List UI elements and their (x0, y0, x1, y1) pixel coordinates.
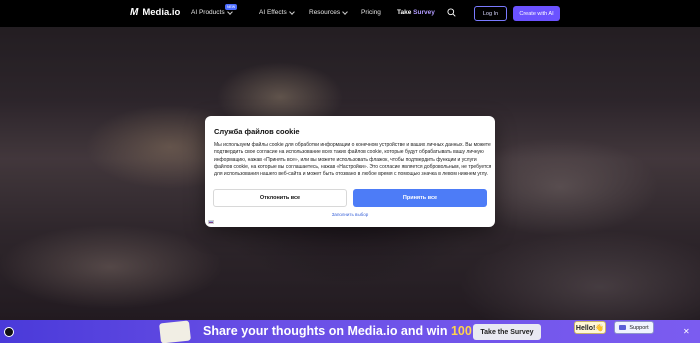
cookie-settings-link[interactable]: Заполнить выбор (205, 212, 495, 217)
russian-flag-icon[interactable] (208, 220, 214, 224)
chat-icon (619, 325, 627, 330)
reject-all-button[interactable]: Отклонить все (213, 189, 347, 207)
nav-take-survey[interactable]: Take Survey (397, 9, 435, 16)
nav-pricing-label: Pricing (361, 9, 381, 16)
nav-ai-products[interactable]: AI Products (191, 8, 233, 16)
cookie-title: Служба файлов cookie (214, 127, 300, 136)
chevron-down-icon (288, 8, 295, 15)
nav-ai-effects[interactable]: AI Effects (259, 8, 295, 16)
nav-pricing[interactable]: Pricing (361, 9, 381, 16)
support-chip[interactable]: Support (614, 321, 654, 334)
cookie-buttons: Отклонить все Принять все (213, 189, 487, 207)
create-with-ai-button[interactable]: Create with AI (513, 6, 560, 21)
nav-resources[interactable]: Resources (309, 8, 348, 16)
login-button[interactable]: Log In (474, 6, 507, 21)
logo-mark-icon: M (130, 7, 139, 18)
support-label: Support (629, 324, 649, 331)
page: A n Vi ere M Media.io AI Products NEW AI… (0, 0, 700, 343)
new-badge: NEW (225, 4, 238, 10)
accept-all-button[interactable]: Принять все (353, 189, 487, 207)
hello-chip[interactable]: Hello!👋 (574, 321, 606, 334)
chevron-down-icon (342, 8, 348, 15)
nav-ai-products-label: AI Products (191, 9, 225, 16)
close-icon[interactable]: ✕ (683, 327, 690, 336)
nav-ai-effects-label: AI Effects (259, 9, 287, 16)
logo-text: Media.io (142, 7, 181, 18)
search-icon[interactable] (447, 8, 456, 17)
take-survey-button[interactable]: Take the Survey (473, 324, 541, 340)
logo[interactable]: M Media.io (130, 7, 180, 18)
survey-prefix: Take (397, 9, 414, 16)
nav-resources-label: Resources (309, 9, 341, 16)
cookie-dialog: Служба файлов cookie Мы используем файлы… (205, 116, 495, 227)
banner-text-prefix: Share your thoughts on Media.io and win (203, 324, 451, 338)
cookie-settings-icon[interactable] (4, 327, 14, 337)
top-navigation: M Media.io AI Products NEW AI Effects Re… (0, 0, 700, 27)
clipboard-icon (159, 320, 191, 343)
banner-text: Share your thoughts on Media.io and win … (203, 324, 518, 338)
survey-accent: Survey (413, 9, 435, 16)
cookie-text: Мы используем файлы cookie для обработки… (214, 142, 492, 178)
survey-banner: Share your thoughts on Media.io and win … (0, 320, 700, 343)
